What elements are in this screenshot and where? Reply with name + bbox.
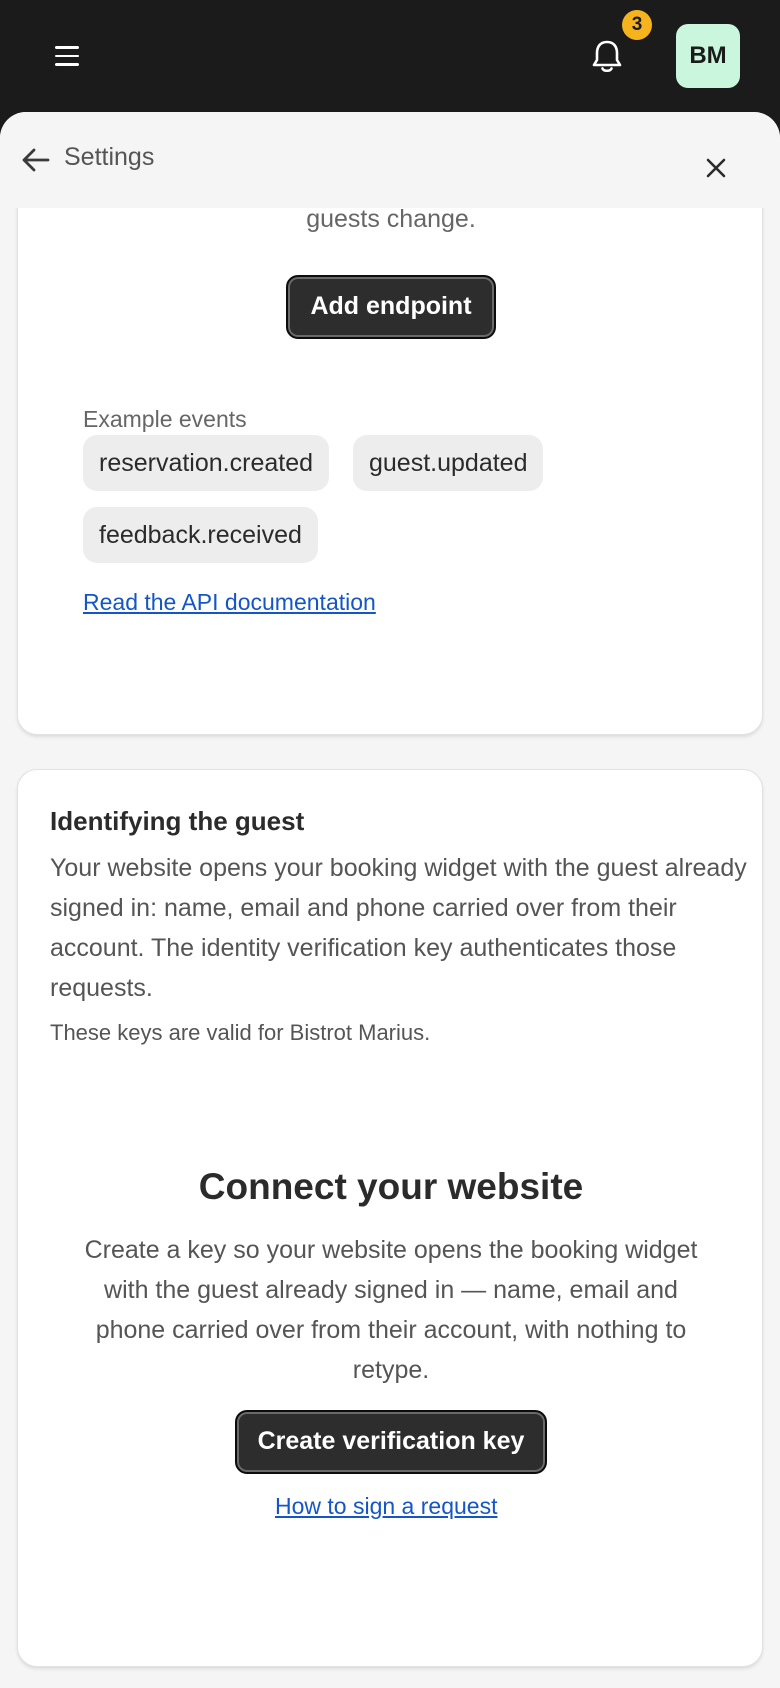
event-chip: reservation.created: [83, 435, 330, 491]
top-bar: 3 BM: [0, 0, 780, 112]
sheet-header: Settings: [0, 112, 780, 208]
example-events-label: Example events: [83, 406, 247, 432]
empty-state-title: Connect your website: [198, 1166, 584, 1207]
close-icon[interactable]: [704, 156, 728, 180]
create-verification-key-button[interactable]: Create verification key: [235, 1410, 547, 1474]
section-description: Your website opens your booking widget w…: [50, 854, 747, 1002]
menu-icon[interactable]: [52, 44, 82, 68]
add-endpoint-button[interactable]: Add endpoint: [286, 275, 496, 339]
api-docs-link[interactable]: Read the API documentation: [83, 589, 376, 616]
section-title: Identifying the guest: [50, 806, 305, 836]
notification-badge: 3: [622, 10, 652, 40]
settings-sheet: Settings guests change. Add endpoint Exa…: [0, 112, 780, 1688]
restaurant-note: These keys are valid for Bistrot Marius.: [50, 1020, 431, 1045]
identity-card: Identifying the guest Your website opens…: [17, 769, 763, 1667]
page-title: Settings: [64, 143, 155, 171]
bell-icon[interactable]: [590, 38, 624, 76]
arrow-left-icon[interactable]: [20, 146, 52, 174]
webhooks-card: guests change. Add endpoint Example even…: [17, 152, 763, 735]
event-chip: feedback.received: [83, 507, 318, 563]
avatar[interactable]: BM: [676, 24, 740, 88]
sign-request-link[interactable]: How to sign a request: [275, 1493, 497, 1520]
webhooks-description: guests change.: [306, 205, 476, 233]
event-chip: guest.updated: [353, 435, 544, 491]
empty-state-description: Create a key so your website opens the b…: [84, 1236, 698, 1384]
